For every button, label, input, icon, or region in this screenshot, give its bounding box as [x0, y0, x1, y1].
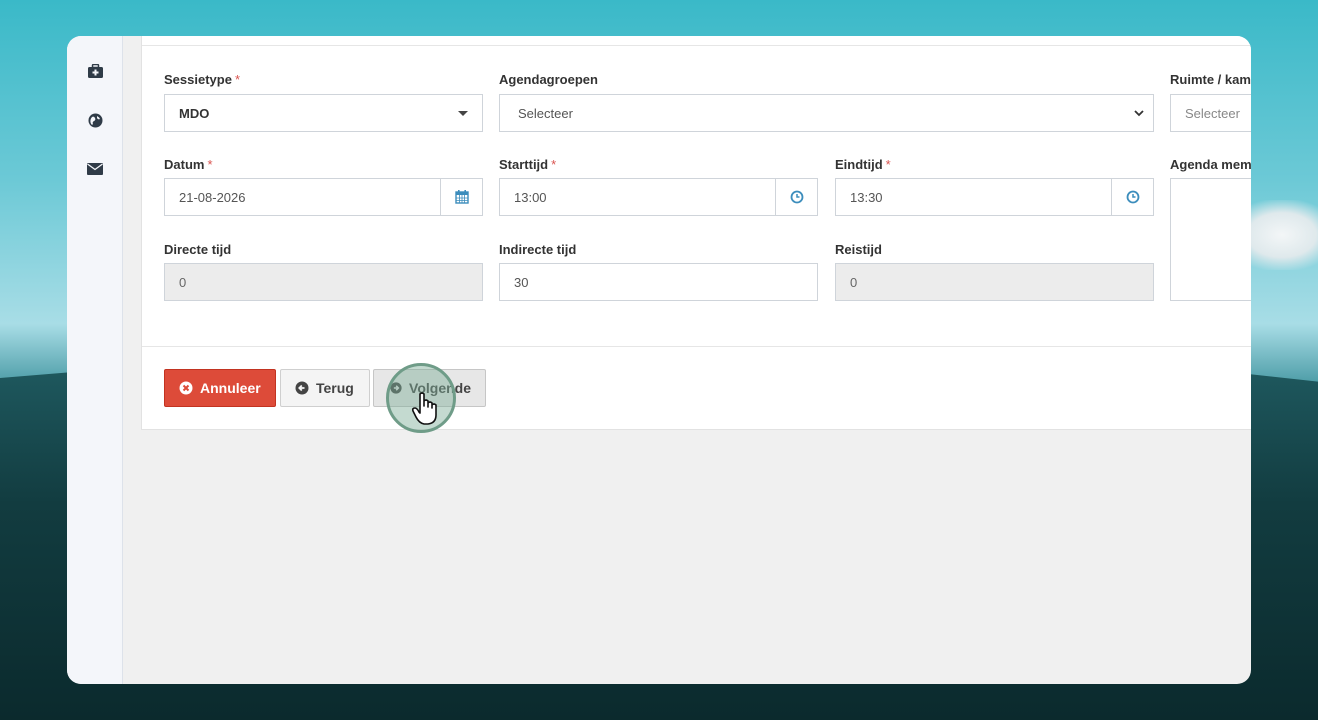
chevron-down-icon: [1134, 110, 1144, 117]
indirecte-tijd-input[interactable]: 30: [499, 263, 818, 301]
datum-label-text: Datum: [164, 157, 205, 172]
reistijd-value: 0: [850, 274, 858, 290]
agenda-memo-textarea[interactable]: [1170, 178, 1251, 301]
eindtijd-value: 13:30: [850, 189, 883, 205]
ruimte-value: Selecteer: [1185, 105, 1240, 121]
starttijd-label: Starttijd *: [499, 157, 556, 172]
sidebar: [67, 36, 123, 684]
indirecte-tijd-value: 30: [514, 274, 529, 290]
datum-calendar-button[interactable]: [440, 178, 483, 216]
starttijd-clock-button[interactable]: [775, 178, 818, 216]
agendagroepen-label: Agendagroepen: [499, 72, 598, 87]
panel-divider-top: [142, 45, 1251, 46]
globe-icon[interactable]: [85, 110, 105, 130]
terug-button-label: Terug: [316, 380, 354, 396]
datum-input[interactable]: 21-08-2026: [164, 178, 483, 216]
agendagroepen-select[interactable]: Selecteer: [499, 94, 1154, 132]
annuleer-button[interactable]: Annuleer: [164, 369, 276, 407]
eindtijd-clock-button[interactable]: [1111, 178, 1154, 216]
required-marker: *: [234, 72, 240, 87]
eindtijd-label: Eindtijd *: [835, 157, 891, 172]
directe-tijd-value: 0: [179, 274, 187, 290]
ruimte-select[interactable]: Selecteer: [1170, 94, 1251, 132]
datum-label: Datum *: [164, 157, 213, 172]
hand-pointer-icon: [411, 392, 437, 425]
required-marker: *: [551, 157, 557, 172]
agendagroepen-label-text: Agendagroepen: [499, 72, 598, 87]
agenda-memo-label: Agenda mem: [1170, 157, 1251, 172]
required-marker: *: [207, 157, 213, 172]
form-panel: Sessietype * MDO Agendagroepen Selecteer …: [141, 36, 1251, 430]
starttijd-label-text: Starttijd: [499, 157, 549, 172]
clock-icon: [1126, 190, 1139, 204]
eindtijd-label-text: Eindtijd: [835, 157, 883, 172]
arrow-circle-left-icon: [295, 381, 309, 395]
envelope-icon[interactable]: [85, 159, 105, 179]
form-footer-divider: [142, 346, 1251, 347]
clock-icon: [790, 190, 803, 204]
sessietype-select[interactable]: MDO: [164, 94, 483, 132]
directe-tijd-input: 0: [164, 263, 483, 301]
terug-button[interactable]: Terug: [280, 369, 370, 407]
reistijd-label: Reistijd: [835, 242, 882, 257]
starttijd-value: 13:00: [514, 189, 547, 205]
ruimte-label-text: Ruimte / kam: [1170, 72, 1251, 87]
reistijd-input: 0: [835, 263, 1154, 301]
reistijd-label-text: Reistijd: [835, 242, 882, 257]
directe-tijd-label-text: Directe tijd: [164, 242, 232, 257]
app-window: Sessietype * MDO Agendagroepen Selecteer …: [67, 36, 1251, 684]
sessietype-label: Sessietype *: [164, 72, 240, 87]
directe-tijd-label: Directe tijd: [164, 242, 231, 257]
caret-down-icon: [458, 111, 468, 116]
starttijd-input[interactable]: 13:00: [499, 178, 818, 216]
eindtijd-input[interactable]: 13:30: [835, 178, 1154, 216]
sessietype-value: MDO: [179, 105, 210, 121]
times-circle-icon: [179, 381, 193, 395]
sessietype-label-text: Sessietype: [164, 72, 232, 87]
required-marker: *: [885, 157, 891, 172]
annuleer-button-label: Annuleer: [200, 380, 261, 396]
medkit-icon[interactable]: [85, 61, 105, 81]
agenda-memo-label-text: Agenda mem: [1170, 157, 1251, 172]
agendagroepen-value: Selecteer: [518, 105, 573, 121]
datum-value: 21-08-2026: [179, 189, 246, 205]
indirecte-tijd-label: Indirecte tijd: [499, 242, 576, 257]
calendar-icon: [454, 190, 469, 204]
indirecte-tijd-label-text: Indirecte tijd: [499, 242, 577, 257]
ruimte-label: Ruimte / kam: [1170, 72, 1251, 87]
